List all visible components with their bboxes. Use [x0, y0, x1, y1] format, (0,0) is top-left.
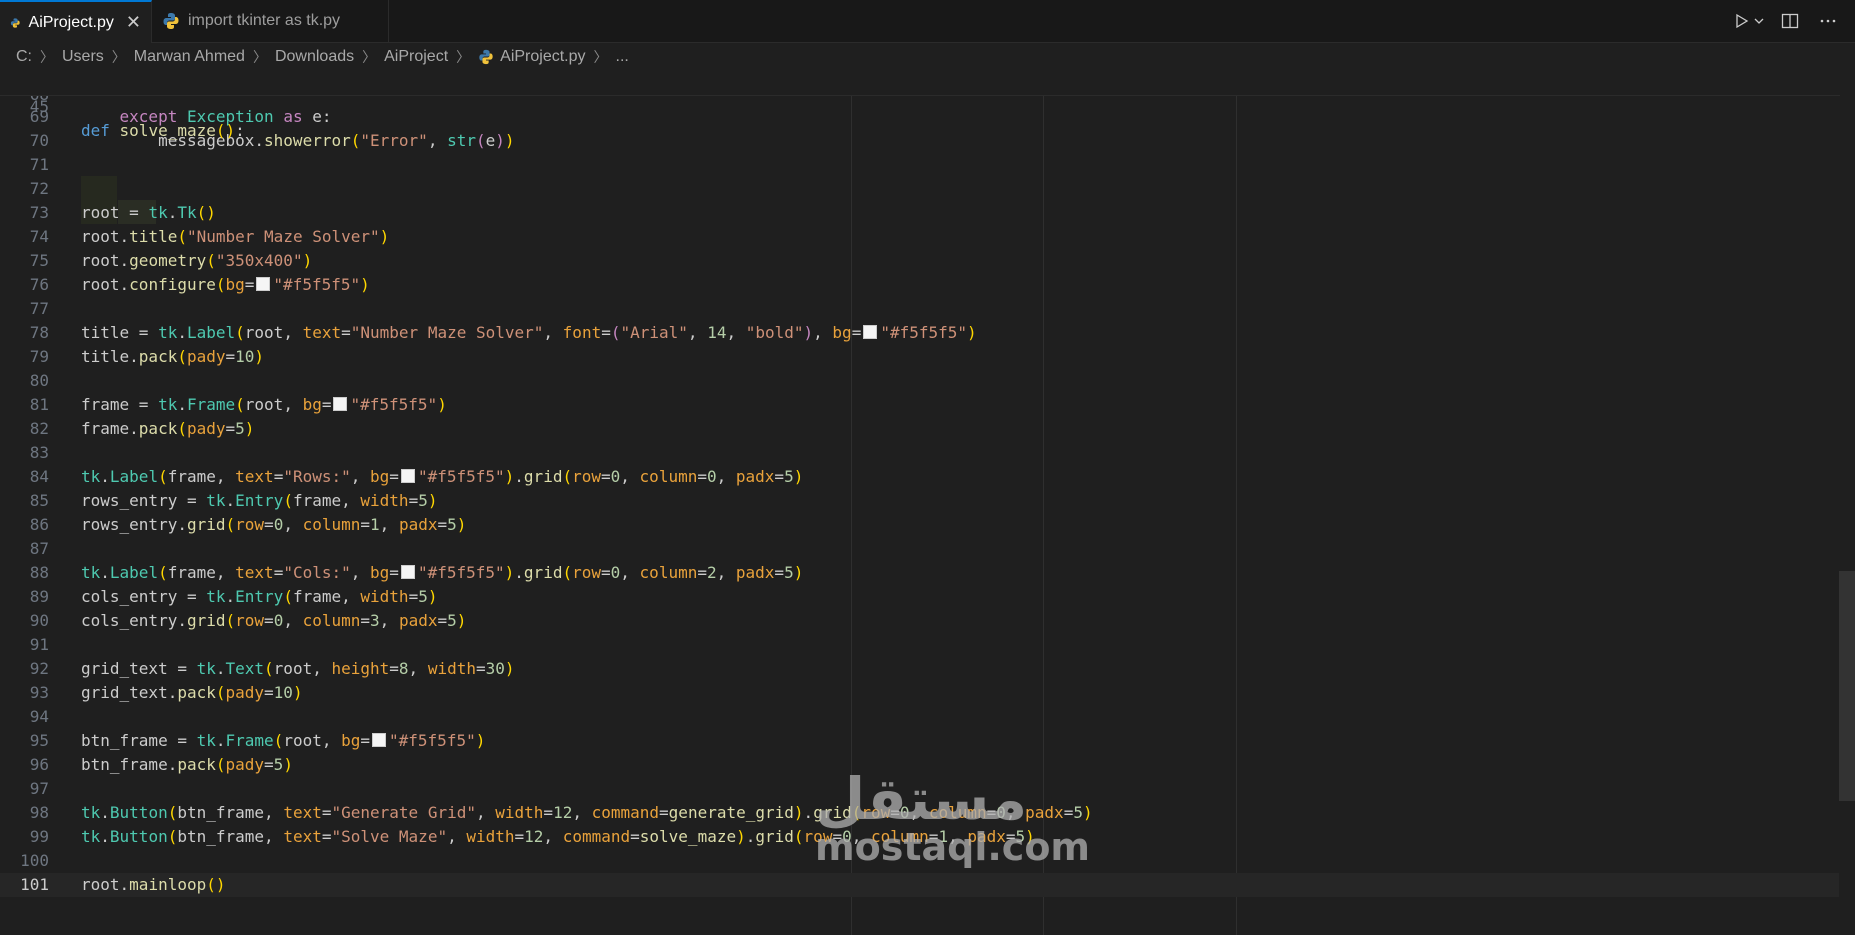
chevron-right-icon: 〉	[362, 49, 377, 65]
chevron-right-icon: 〉	[111, 49, 126, 65]
code-line[interactable]: 72	[0, 177, 1840, 201]
scrollbar-thumb[interactable]	[1839, 571, 1855, 801]
code-line[interactable]: 93 grid_text.pack(pady=10)	[0, 681, 1840, 705]
code-line[interactable]: 94	[0, 705, 1840, 729]
code-line[interactable]: 85 rows_entry = tk.Entry(frame, width=5)	[0, 489, 1840, 513]
breadcrumb: C: 〉 Users 〉 Marwan Ahmed 〉 Downloads 〉 …	[0, 43, 1855, 71]
watermark-text: mostaql.com	[815, 825, 1091, 869]
code-line[interactable]: 95 btn_frame = tk.Frame(root, bg= "#f5f5f5…	[0, 729, 1840, 753]
breadcrumb-item-file[interactable]: AiProject.py	[500, 48, 585, 66]
breadcrumb-item-folder[interactable]: AiProject	[384, 48, 448, 66]
breadcrumb-item-drive[interactable]: C:	[16, 48, 32, 66]
tab-label: import tkinter as tk.py	[188, 12, 341, 29]
chevron-right-icon: 〉	[40, 49, 54, 65]
code-line[interactable]: 77	[0, 297, 1840, 321]
code-line[interactable]: 84 tk.Label(frame, text="Rows:", bg= "#f5f…	[0, 465, 1840, 489]
tab-aiproject[interactable]: AiProject.py ✕	[0, 0, 152, 43]
code-line[interactable]: 71	[0, 153, 1840, 177]
code-line[interactable]: 78 title = tk.Label(root, text="Number Ma…	[0, 321, 1840, 345]
breadcrumb-item-symbol[interactable]: ...	[616, 48, 629, 66]
code-line[interactable]: 92 grid_text = tk.Text(root, height=8, wi…	[0, 657, 1840, 681]
python-icon	[479, 49, 493, 65]
code-line[interactable]: 79 title.pack(pady=10)	[0, 345, 1840, 369]
chevron-right-icon: 〉	[593, 49, 608, 65]
code-line[interactable]: 74 root.title("Number Maze Solver")	[0, 225, 1840, 249]
code-line[interactable]: 88 tk.Label(frame, text="Cols:", bg= "#f5f…	[0, 561, 1840, 585]
watermark-logo: مستقل	[815, 765, 1028, 833]
code-line[interactable]: 82 frame.pack(pady=5)	[0, 417, 1840, 441]
breadcrumb-item-users[interactable]: Users	[62, 48, 104, 66]
tab-label: AiProject.py	[28, 13, 114, 31]
editor-actions	[1733, 0, 1855, 42]
code-line[interactable]: 80	[0, 369, 1840, 393]
breadcrumb-item-downloads[interactable]: Downloads	[275, 48, 354, 66]
code-line[interactable]: 69 except Exception as e:	[0, 105, 1840, 129]
code-line[interactable]: 91	[0, 633, 1840, 657]
code-line[interactable]: 70 messagebox.showerror("Error", str(e))	[0, 129, 1840, 153]
tab-bar: AiProject.py ✕ import tkinter as tk.py	[0, 0, 1855, 43]
chevron-down-icon[interactable]	[1753, 15, 1765, 27]
code-line[interactable]: 76 root.configure(bg= "#f5f5f5")	[0, 273, 1840, 297]
ellipsis-icon[interactable]	[1819, 12, 1837, 30]
play-icon[interactable]	[1733, 13, 1749, 29]
code-line[interactable]: 73 root = tk.Tk()	[0, 201, 1840, 225]
close-icon[interactable]: ✕	[126, 12, 141, 33]
chevron-right-icon: 〉	[252, 49, 267, 65]
code-line[interactable]: 75 root.geometry("350x400")	[0, 249, 1840, 273]
python-icon	[10, 17, 20, 28]
python-icon	[163, 13, 179, 29]
chevron-right-icon: 〉	[456, 49, 471, 65]
code-line[interactable]: 86 rows_entry.grid(row=0, column=1, padx=…	[0, 513, 1840, 537]
split-editor-icon[interactable]	[1781, 12, 1799, 30]
code-line[interactable]: 87	[0, 537, 1840, 561]
breadcrumb-item-user[interactable]: Marwan Ahmed	[134, 48, 245, 66]
code-line[interactable]: 90 cols_entry.grid(row=0, column=3, padx=…	[0, 609, 1840, 633]
code-line[interactable]: 81 frame = tk.Frame(root, bg= "#f5f5f5")	[0, 393, 1840, 417]
code-line[interactable]: 83	[0, 441, 1840, 465]
tab-import-tkinter[interactable]: import tkinter as tk.py	[152, 0, 389, 42]
code-line[interactable]: 89 cols_entry = tk.Entry(frame, width=5)	[0, 585, 1840, 609]
sticky-scroll-line[interactable]: 45 def solve_maze():	[0, 71, 1840, 140]
code-line-current[interactable]: 101 root.mainloop()	[0, 873, 1840, 897]
vertical-scrollbar[interactable]	[1839, 71, 1855, 935]
